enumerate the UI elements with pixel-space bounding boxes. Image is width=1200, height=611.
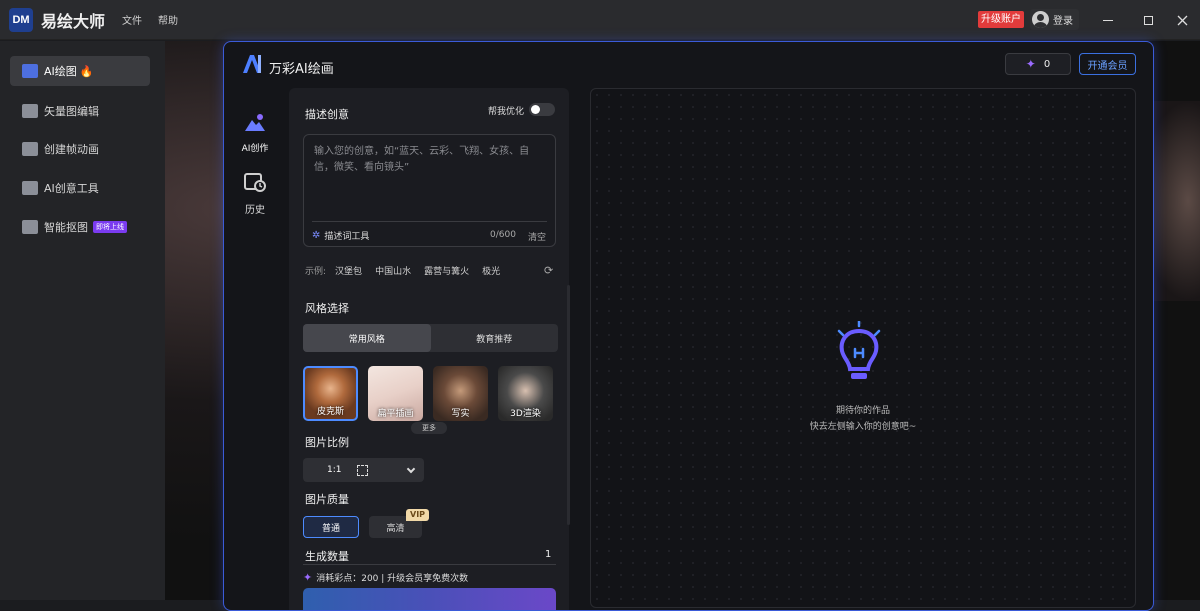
optimize-label: 帮我优化	[488, 107, 525, 117]
result-empty-hint: 快去左侧输入你的创意吧~	[809, 422, 917, 432]
ratio-label: 图片比例	[305, 436, 349, 449]
vip-tag: VIP	[406, 509, 430, 521]
points-button[interactable]: ✦ 0	[1005, 53, 1071, 75]
history-icon	[244, 173, 266, 192]
char-count: 0/600	[490, 230, 516, 240]
example-chip[interactable]: 露营与篝火	[424, 264, 469, 277]
ratio-select[interactable]: 1:1	[303, 458, 424, 482]
divider	[303, 564, 556, 565]
cost-text: 消耗彩点：200 | 升级会员享免费次数	[316, 574, 469, 584]
upgrade-account-button[interactable]: 升级账户	[978, 11, 1024, 28]
sidebar-item-label: 智能抠图	[44, 221, 88, 234]
minimize-icon	[1103, 19, 1113, 21]
cutout-icon	[22, 220, 38, 234]
ai-tool-icon	[22, 181, 38, 195]
prompt-tool-button[interactable]: ✲ 描述词工具	[312, 229, 369, 242]
sidebar-item-label: 矢量图编辑	[44, 105, 99, 118]
ai-create-icon	[245, 114, 265, 131]
sidebar-item-ai-tools[interactable]: AI创意工具	[10, 173, 150, 203]
sparkle-icon: ✦	[303, 571, 313, 584]
sidebar-item-label: AI创意工具	[44, 182, 99, 195]
count-value[interactable]: 1	[545, 549, 551, 560]
aspect-ratio-icon	[357, 464, 369, 476]
fire-icon: 🔥	[79, 64, 94, 78]
style-realistic[interactable]: 写实	[433, 366, 488, 421]
sidebar-item-vector-edit[interactable]: 矢量图编辑	[10, 96, 150, 126]
vector-icon	[22, 104, 38, 118]
style-tabs: 常用风格 教育推荐	[303, 324, 558, 352]
avatar-icon	[1032, 11, 1049, 28]
prompt-tool-label: 描述词工具	[324, 232, 370, 242]
panel-header: 万彩AI绘画 ✦ 0 开通会员	[224, 42, 1153, 88]
more-styles-button[interactable]: 更多	[411, 422, 447, 434]
sidebar-item-label: 创建帧动画	[44, 143, 99, 156]
style-name: 写实	[451, 409, 470, 419]
examples-label: 示例:	[305, 267, 327, 277]
app-name: 易绘大师	[41, 11, 106, 31]
style-name: 扁平插画	[377, 409, 414, 419]
animation-icon	[22, 142, 38, 156]
nav-history[interactable]: 历史	[237, 172, 273, 216]
brand-logo-icon	[243, 55, 261, 73]
sidebar-item-label: AI绘图	[44, 65, 77, 78]
tab-education-styles[interactable]: 教育推荐	[431, 324, 559, 352]
menu-file[interactable]: 文件	[122, 12, 142, 27]
style-3d-render[interactable]: 3D渲染	[498, 366, 553, 421]
coming-soon-badge: 即将上线	[93, 221, 127, 233]
prompt-tool-icon: ✲	[312, 230, 321, 241]
close-icon	[1177, 15, 1187, 25]
examples-row: 示例: 汉堡包 中国山水 露营与篝火 极光	[305, 264, 500, 277]
result-area: 期待你的作品 快去左侧输入你的创意吧~	[590, 88, 1136, 608]
style-flat-illustration[interactable]: 扁平插画	[368, 366, 423, 421]
style-name: 皮克斯	[316, 407, 344, 417]
example-chip[interactable]: 中国山水	[375, 264, 411, 277]
image-icon	[22, 64, 38, 78]
prompt-input[interactable]: 输入您的创意，如“蓝天、云彩、飞翔、女孩、自信，微笑、看向镜头” ✲ 描述词工具…	[303, 134, 556, 247]
lightbulb-icon	[837, 321, 881, 379]
menu-help[interactable]: 帮助	[158, 12, 178, 27]
style-label: 风格选择	[305, 302, 349, 315]
ratio-value: 1:1	[327, 465, 342, 475]
minimize-button[interactable]	[1098, 10, 1118, 30]
app-logo: DM	[9, 7, 33, 32]
result-empty-title: 期待你的作品	[835, 406, 890, 416]
clear-button[interactable]: 清空	[528, 230, 546, 243]
form-scrollbar[interactable]	[567, 285, 570, 525]
maximize-icon	[1143, 15, 1153, 25]
optimize-toggle[interactable]	[529, 103, 555, 116]
divider	[312, 221, 547, 222]
creation-form: 描述创意 帮我优化 输入您的创意，如“蓝天、云彩、飞翔、女孩、自信，微笑、看向镜…	[289, 88, 570, 610]
tab-common-styles[interactable]: 常用风格	[303, 324, 431, 352]
example-chip[interactable]: 汉堡包	[335, 264, 362, 277]
sparkle-icon: ✦	[1025, 57, 1036, 71]
maximize-button[interactable]	[1138, 10, 1158, 30]
close-button[interactable]	[1172, 10, 1192, 30]
describe-label: 描述创意	[305, 108, 349, 121]
quality-label: 图片质量	[305, 493, 349, 506]
nav-ai-create-label: AI创作	[241, 144, 269, 154]
style-name: 3D渲染	[510, 409, 541, 419]
login-label: 登录	[1053, 16, 1073, 27]
brand-name: 万彩AI绘画	[269, 62, 334, 77]
nav-ai-create[interactable]: AI创作	[237, 112, 273, 154]
nav-history-label: 历史	[245, 205, 265, 216]
quality-normal-button[interactable]: 普通	[303, 516, 359, 538]
count-label: 生成数量	[305, 550, 349, 563]
sidebar-item-smart-cutout[interactable]: 智能抠图 即将上线	[10, 212, 150, 242]
cost-info: ✦ 消耗彩点：200 | 升级会员享免费次数	[303, 571, 468, 584]
prompt-placeholder: 输入您的创意，如“蓝天、云彩、飞翔、女孩、自信，微笑、看向镜头”	[314, 146, 530, 173]
sidebar-item-frame-animation[interactable]: 创建帧动画	[10, 134, 150, 164]
sidebar: AI绘图 🔥 矢量图编辑 创建帧动画 AI创意工具 智能抠图 即将上线	[0, 41, 165, 600]
chevron-down-icon	[406, 464, 416, 473]
example-chip[interactable]: 极光	[482, 264, 500, 277]
ai-drawing-panel: 万彩AI绘画 ✦ 0 开通会员 AI创作 历史 描述创意 帮我优化 输入您的创意…	[223, 41, 1154, 611]
refresh-icon[interactable]: ⟳	[544, 264, 553, 277]
sidebar-item-ai-drawing[interactable]: AI绘图 🔥	[10, 56, 150, 86]
login-button[interactable]: 登录	[1030, 9, 1079, 30]
style-options: 皮克斯 扁平插画 写实 3D渲染	[303, 366, 553, 421]
open-vip-button[interactable]: 开通会员	[1079, 53, 1136, 75]
points-value: 0	[1043, 58, 1051, 70]
style-pixar[interactable]: 皮克斯	[303, 366, 358, 421]
